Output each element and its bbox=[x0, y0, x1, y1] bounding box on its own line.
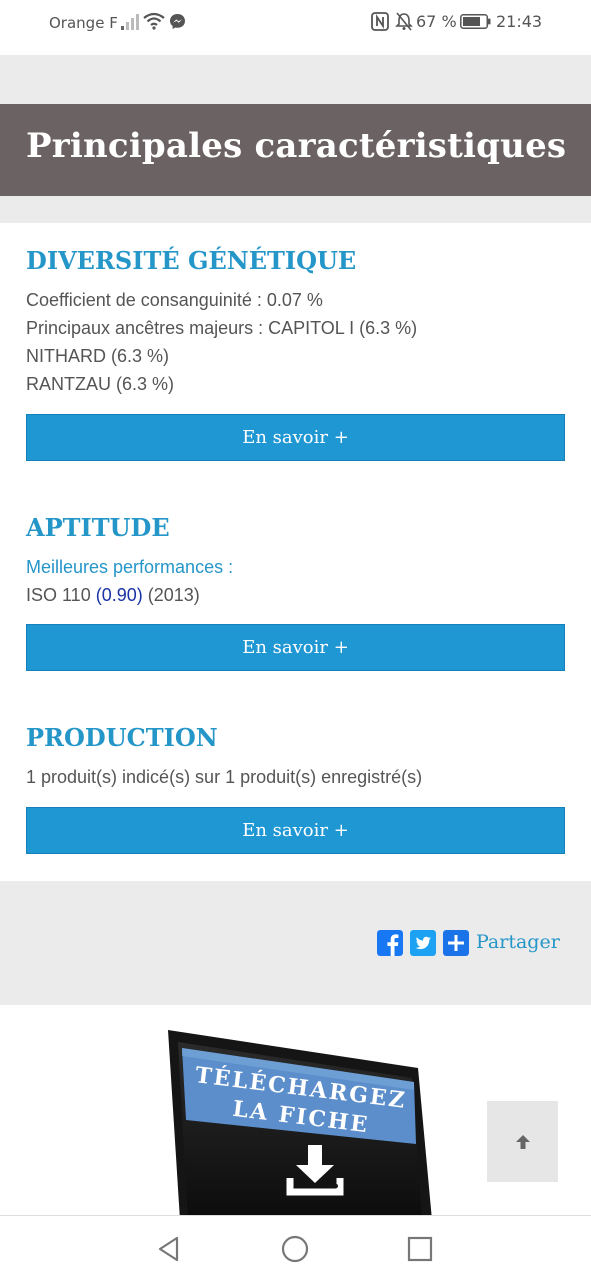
ancestor-nithard: NITHARD (6.3 %) bbox=[26, 346, 170, 366]
download-sheet-graphic: TÉLÉCHARGEZ LA FICHE bbox=[168, 1030, 432, 1220]
wifi-icon bbox=[143, 12, 165, 30]
performance-index: ISO 110 bbox=[26, 585, 96, 605]
performance-year: (2013) bbox=[142, 585, 200, 605]
share-link[interactable]: Partager bbox=[476, 931, 560, 953]
scroll-to-top-button[interactable] bbox=[487, 1101, 558, 1182]
system-navigation-bar bbox=[0, 1215, 591, 1280]
bell-muted-icon bbox=[395, 12, 413, 31]
performance-score: (0.90) bbox=[95, 585, 143, 605]
recent-apps-icon[interactable] bbox=[405, 1234, 435, 1264]
section-title-aptitude: APTITUDE bbox=[26, 513, 170, 542]
status-bar: Orange F 67 % 21:43 bbox=[0, 0, 591, 45]
page-title: Principales caractéristiques bbox=[26, 126, 567, 166]
signal-icon bbox=[121, 14, 139, 30]
best-performances-label: Meilleures performances : bbox=[26, 557, 234, 577]
section-title-diversity: DIVERSITÉ GÉNÉTIQUE bbox=[26, 246, 357, 275]
twitter-icon[interactable] bbox=[410, 930, 436, 956]
back-icon[interactable] bbox=[155, 1234, 185, 1264]
plus-share-icon[interactable] bbox=[443, 930, 469, 956]
messenger-icon bbox=[170, 14, 185, 29]
carrier-label: Orange F bbox=[49, 14, 118, 32]
production-summary: 1 produit(s) indicé(s) sur 1 produit(s) … bbox=[26, 767, 423, 787]
performance-line: ISO 110 (0.90) (2013) bbox=[26, 585, 200, 606]
main-ancestors: Principaux ancêtres majeurs : CAPITOL I … bbox=[26, 318, 418, 338]
inbreeding-coefficient: Coefficient de consanguinité : 0.07 % bbox=[26, 290, 323, 310]
home-icon[interactable] bbox=[280, 1234, 310, 1264]
section-title-production: PRODUCTION bbox=[26, 723, 218, 752]
download-sheet-banner[interactable]: TÉLÉCHARGEZ LA FICHE bbox=[150, 1020, 440, 1220]
nfc-icon bbox=[371, 12, 389, 31]
arrow-up-icon bbox=[515, 1134, 530, 1149]
ancestor-rantzau: RANTZAU (6.3 %) bbox=[26, 374, 175, 394]
facebook-icon[interactable] bbox=[377, 930, 403, 956]
diversity-more-button[interactable]: En savoir + bbox=[26, 414, 565, 461]
battery-percentage: 67 % bbox=[416, 12, 457, 31]
aptitude-more-button[interactable]: En savoir + bbox=[26, 624, 565, 671]
production-more-button[interactable]: En savoir + bbox=[26, 807, 565, 854]
battery-icon bbox=[460, 14, 491, 29]
clock: 21:43 bbox=[496, 12, 543, 31]
